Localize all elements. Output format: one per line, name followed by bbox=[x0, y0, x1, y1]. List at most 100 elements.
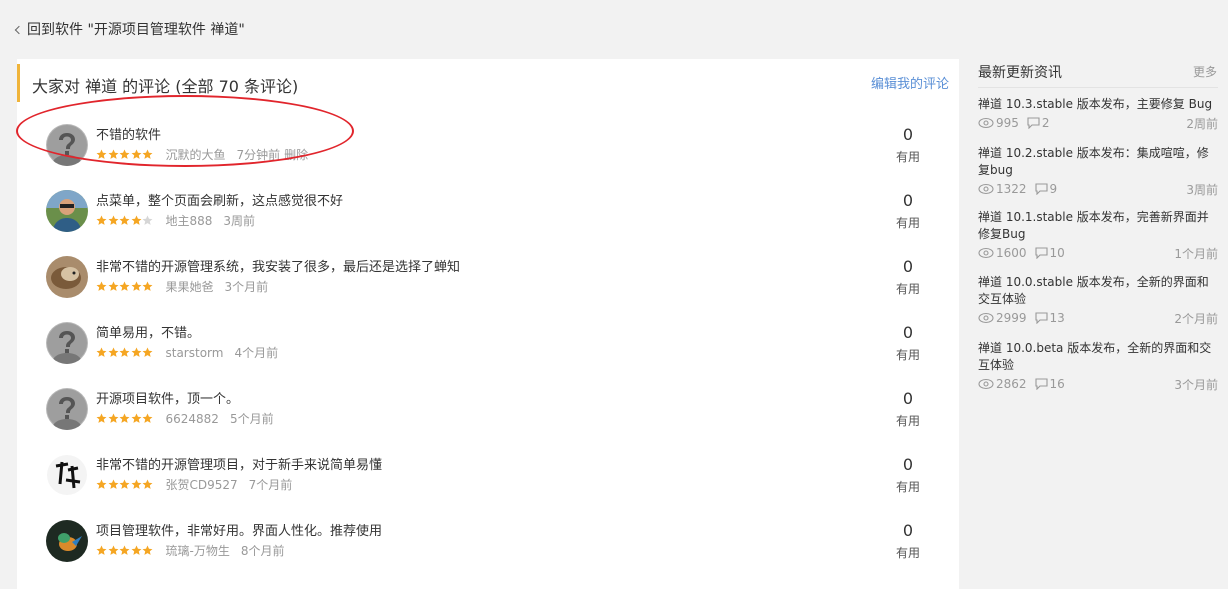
eye-icon bbox=[978, 312, 994, 324]
review-text: 非常不错的开源管理系统，我安装了很多，最后还是选择了蝉知 bbox=[96, 260, 461, 275]
comment-icon bbox=[1034, 378, 1048, 391]
star-filled-icon bbox=[131, 479, 142, 490]
avatar[interactable] bbox=[46, 322, 88, 364]
rating-stars bbox=[96, 215, 154, 226]
useful-vote-button[interactable]: 0 有用 bbox=[887, 257, 929, 297]
rating-stars bbox=[96, 545, 154, 556]
useful-count: 0 bbox=[902, 455, 914, 474]
news-time: 2周前 bbox=[1186, 116, 1218, 131]
news-comments: 9 bbox=[1049, 182, 1058, 196]
news-time: 1个月前 bbox=[1174, 246, 1218, 261]
useful-vote-button[interactable]: 0 有用 bbox=[887, 125, 929, 165]
star-filled-icon bbox=[119, 479, 130, 490]
review-meta: 琉璃-万物生 8个月前 bbox=[96, 542, 288, 559]
useful-count: 0 bbox=[902, 323, 914, 342]
news-views: 2999 bbox=[996, 311, 1027, 325]
star-filled-icon bbox=[119, 413, 130, 424]
review-meta: 6624882 5个月前 bbox=[96, 410, 278, 427]
star-filled-icon bbox=[108, 413, 119, 424]
news-meta: 1600 10 1个月前 bbox=[978, 244, 1218, 262]
news-item[interactable]: 禅道 10.0.stable 版本发布，全新的界面和交互体验 2999 13 2个月前 bbox=[978, 274, 1218, 327]
avatar[interactable] bbox=[46, 454, 88, 496]
star-filled-icon bbox=[108, 479, 119, 490]
news-meta: 995 2 2周前 bbox=[978, 114, 1218, 132]
star-filled-icon bbox=[142, 479, 153, 490]
comment-icon bbox=[1034, 312, 1048, 325]
star-filled-icon bbox=[108, 347, 119, 358]
review-meta: 果果她爸 3个月前 bbox=[96, 278, 272, 295]
chevron-left-icon bbox=[14, 25, 24, 34]
back-link-label: 回到软件 "开源项目管理软件 禅道" bbox=[27, 22, 245, 38]
useful-label: 有用 bbox=[895, 546, 920, 560]
avatar[interactable] bbox=[46, 190, 88, 232]
review-text: 非常不错的开源管理项目，对于新手来说简单易懂 bbox=[96, 458, 383, 473]
review-text: 简单易用，不错。 bbox=[96, 326, 201, 341]
news-time: 3周前 bbox=[1186, 182, 1218, 197]
useful-vote-button[interactable]: 0 有用 bbox=[887, 521, 929, 561]
review-meta: 张贺CD9527 7个月前 bbox=[96, 476, 296, 493]
avatar[interactable] bbox=[46, 256, 88, 298]
useful-vote-button[interactable]: 0 有用 bbox=[887, 389, 929, 429]
review-author[interactable]: 6624882 bbox=[166, 412, 219, 426]
eye-icon bbox=[978, 378, 994, 390]
news-views: 2862 bbox=[996, 377, 1027, 391]
more-news-link[interactable]: 更多 bbox=[1193, 63, 1217, 80]
news-item[interactable]: 禅道 10.2.stable 版本发布：集成喧喧，修复bug 1322 9 3周前 bbox=[978, 145, 1218, 198]
review-text: 项目管理软件，非常好用。界面人性化。推荐使用 bbox=[96, 524, 383, 539]
review-author[interactable]: 琉璃-万物生 bbox=[166, 542, 230, 559]
useful-count: 0 bbox=[902, 191, 914, 210]
star-filled-icon bbox=[119, 545, 130, 556]
review-item: 简单易用，不错。 starstorm 4个月前 0 有用 bbox=[17, 318, 959, 384]
news-title[interactable]: 禅道 10.3.stable 版本发布，主要修复 Bug bbox=[978, 96, 1218, 113]
page-title: 大家对 禅道 的评论 (全部 70 条评论) bbox=[32, 77, 299, 96]
eye-icon bbox=[978, 247, 994, 259]
rating-stars bbox=[96, 479, 154, 490]
rating-stars bbox=[96, 347, 154, 358]
star-filled-icon bbox=[119, 215, 130, 226]
news-comments: 13 bbox=[1049, 311, 1065, 325]
news-comments: 2 bbox=[1041, 116, 1050, 130]
divider bbox=[978, 87, 1218, 88]
news-item[interactable]: 禅道 10.3.stable 版本发布，主要修复 Bug 995 2 2周前 bbox=[978, 96, 1218, 132]
news-views: 1600 bbox=[996, 246, 1027, 260]
news-title[interactable]: 禅道 10.2.stable 版本发布：集成喧喧，修复bug bbox=[978, 145, 1218, 179]
news-meta: 2862 16 3个月前 bbox=[978, 375, 1218, 393]
star-filled-icon bbox=[96, 479, 107, 490]
back-link[interactable]: 回到软件 "开源项目管理软件 禅道" bbox=[14, 19, 245, 39]
review-meta: 地主888 3周前 bbox=[96, 212, 259, 229]
useful-count: 0 bbox=[902, 389, 914, 408]
review-item: 开源项目软件，顶一个。 6624882 5个月前 0 有用 bbox=[17, 384, 959, 450]
news-comments: 16 bbox=[1049, 377, 1065, 391]
review-item: 点菜单，整个页面会刷新，这点感觉很不好 地主888 3周前 0 有用 bbox=[17, 186, 959, 252]
star-filled-icon bbox=[108, 281, 119, 292]
star-filled-icon bbox=[142, 545, 153, 556]
useful-vote-button[interactable]: 0 有用 bbox=[887, 323, 929, 363]
star-filled-icon bbox=[142, 281, 153, 292]
rating-stars bbox=[96, 281, 154, 292]
avatar[interactable] bbox=[46, 388, 88, 430]
star-filled-icon bbox=[131, 545, 142, 556]
review-item: 非常不错的开源管理系统，我安装了很多，最后还是选择了蝉知 果果她爸 3个月前 0 有用 bbox=[17, 252, 959, 318]
review-time: 7个月前 bbox=[248, 478, 293, 492]
useful-label: 有用 bbox=[895, 414, 920, 428]
star-filled-icon bbox=[96, 215, 107, 226]
review-author[interactable]: 果果她爸 bbox=[166, 278, 214, 295]
news-title[interactable]: 禅道 10.1.stable 版本发布，完善新界面并修复Bug bbox=[978, 209, 1218, 243]
useful-vote-button[interactable]: 0 有用 bbox=[887, 191, 929, 231]
star-filled-icon bbox=[108, 215, 119, 226]
review-author[interactable]: 地主888 bbox=[166, 212, 213, 229]
news-title[interactable]: 禅道 10.0.stable 版本发布，全新的界面和交互体验 bbox=[978, 274, 1218, 308]
review-author[interactable]: starstorm bbox=[166, 346, 224, 360]
useful-vote-button[interactable]: 0 有用 bbox=[887, 455, 929, 495]
avatar[interactable] bbox=[46, 520, 88, 562]
review-author[interactable]: 张贺CD9527 bbox=[166, 476, 238, 493]
star-filled-icon bbox=[131, 347, 142, 358]
sidebar-title: 最新更新资讯 bbox=[978, 65, 1062, 81]
star-filled-icon bbox=[131, 281, 142, 292]
edit-my-review-link[interactable]: 编辑我的评论 bbox=[871, 73, 949, 92]
review-time: 3周前 bbox=[223, 214, 256, 228]
eye-icon bbox=[978, 183, 994, 195]
news-item[interactable]: 禅道 10.0.beta 版本发布，全新的界面和交互体验 2862 16 3个月前 bbox=[978, 340, 1218, 393]
news-title[interactable]: 禅道 10.0.beta 版本发布，全新的界面和交互体验 bbox=[978, 340, 1218, 374]
news-item[interactable]: 禅道 10.1.stable 版本发布，完善新界面并修复Bug 1600 10 1个月… bbox=[978, 209, 1218, 262]
